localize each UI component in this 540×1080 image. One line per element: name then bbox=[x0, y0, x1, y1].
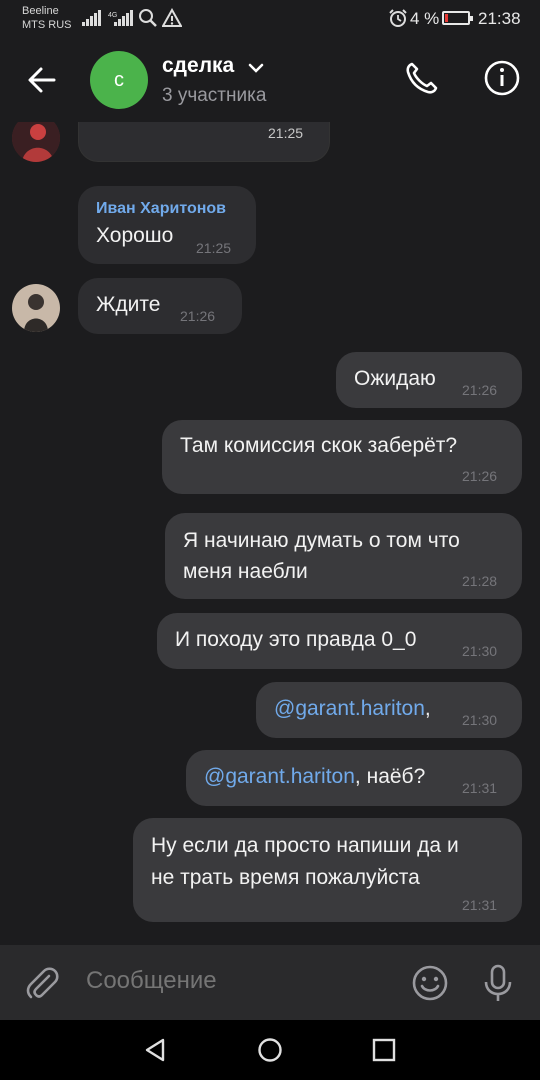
message-text-line-2: меня наебли bbox=[183, 560, 308, 583]
message-text: Ожидаю bbox=[354, 367, 436, 390]
alarm-icon bbox=[389, 9, 407, 27]
status-time: 21:38 bbox=[478, 9, 521, 28]
message-sender[interactable]: Иван Харитонов bbox=[96, 200, 226, 218]
message-time: 21:25 bbox=[268, 125, 304, 141]
message-bubble[interactable]: Я начинаю думать о том что меня наебли 2… bbox=[165, 513, 522, 599]
user-mention[interactable]: @garant.hariton bbox=[204, 765, 355, 788]
chat-header: с сделка 3 участника bbox=[0, 40, 540, 122]
nav-recents-icon[interactable] bbox=[372, 1038, 396, 1062]
nav-back-icon[interactable] bbox=[142, 1037, 168, 1063]
message-bubble[interactable]: @garant.hariton, 21:30 bbox=[256, 682, 522, 738]
message-bubble[interactable]: 21:25 bbox=[78, 122, 330, 162]
microphone-icon[interactable] bbox=[480, 963, 516, 1003]
search-icon bbox=[139, 9, 157, 27]
signal-4g-icon: 4G bbox=[108, 10, 133, 26]
smile-icon[interactable] bbox=[410, 963, 450, 1003]
battery-percent: 4 % bbox=[410, 9, 440, 28]
avatar[interactable] bbox=[12, 284, 60, 332]
battery-icon bbox=[442, 11, 473, 25]
arrow-left-icon[interactable] bbox=[22, 60, 62, 100]
message-time: 21:31 bbox=[462, 780, 498, 796]
chat-subtitle: 3 участника bbox=[162, 85, 267, 106]
signal-icon bbox=[82, 10, 101, 26]
status-bar: Beeline MTS RUS 4G 4 % 21:38 bbox=[0, 0, 540, 40]
message-time: 21:26 bbox=[462, 382, 498, 398]
message-text-line-1: Я начинаю думать о том что bbox=[183, 529, 460, 552]
message-time: 21:30 bbox=[462, 712, 498, 728]
nav-home-icon[interactable] bbox=[257, 1037, 283, 1063]
message-bubble[interactable]: Ожидаю 21:26 bbox=[336, 352, 522, 408]
chevron-down-icon[interactable] bbox=[248, 62, 264, 74]
message-text: @garant.hariton, наёб? bbox=[204, 761, 425, 793]
carrier-info: Beeline MTS RUS bbox=[22, 4, 72, 32]
message-bubble[interactable]: Ждите 21:26 bbox=[78, 278, 242, 334]
message-bubble[interactable]: @garant.hariton, наёб? 21:31 bbox=[186, 750, 522, 806]
message-suffix: , bbox=[424, 697, 431, 720]
message-text: Хорошо bbox=[96, 224, 174, 247]
message-composer bbox=[0, 945, 540, 1020]
carrier-name-1: Beeline bbox=[22, 5, 59, 17]
svg-text:4G: 4G bbox=[108, 12, 117, 19]
warning-icon bbox=[162, 8, 182, 27]
message-bubble[interactable]: Ну если да просто напиши да и не трать в… bbox=[133, 818, 522, 922]
message-time: 21:26 bbox=[462, 468, 498, 484]
avatar[interactable] bbox=[12, 122, 60, 162]
system-navigation-bar bbox=[0, 1020, 540, 1080]
chat-avatar[interactable]: с bbox=[90, 51, 148, 109]
message-text: Там комиссия скок заберёт? bbox=[180, 434, 458, 457]
message-time: 21:28 bbox=[462, 573, 498, 589]
user-mention[interactable]: @garant.hariton bbox=[274, 697, 425, 720]
user-photo bbox=[12, 122, 60, 162]
carrier-name-2: MTS RUS bbox=[22, 19, 72, 31]
message-text: И походу это правда 0_0 bbox=[175, 628, 417, 651]
message-input[interactable] bbox=[86, 967, 386, 995]
message-bubble[interactable]: И походу это правда 0_0 21:30 bbox=[157, 613, 522, 669]
phone-icon[interactable] bbox=[402, 58, 442, 98]
message-text-line-1: Ну если да просто напиши да и bbox=[151, 834, 459, 857]
user-photo bbox=[12, 284, 60, 332]
message-time: 21:26 bbox=[180, 308, 216, 324]
message-suffix: , наёб? bbox=[354, 765, 426, 788]
message-time: 21:25 bbox=[196, 240, 232, 256]
message-bubble[interactable]: Иван Харитонов Хорошо 21:25 bbox=[78, 186, 256, 264]
chat-title[interactable]: сделка bbox=[162, 54, 234, 78]
messages-list[interactable]: 21:25 Иван Харитонов Хорошо 21:25 Ждите … bbox=[0, 122, 540, 945]
message-time: 21:30 bbox=[462, 643, 498, 659]
message-text: @garant.hariton, bbox=[274, 693, 431, 725]
message-text: Ждите bbox=[96, 293, 161, 316]
message-time: 21:31 bbox=[462, 897, 498, 913]
info-icon[interactable] bbox=[482, 58, 522, 98]
message-bubble[interactable]: Там комиссия скок заберёт? 21:26 bbox=[162, 420, 522, 494]
message-text-line-2: не трать время пожалуйста bbox=[151, 866, 420, 889]
paperclip-icon[interactable] bbox=[22, 963, 62, 1003]
